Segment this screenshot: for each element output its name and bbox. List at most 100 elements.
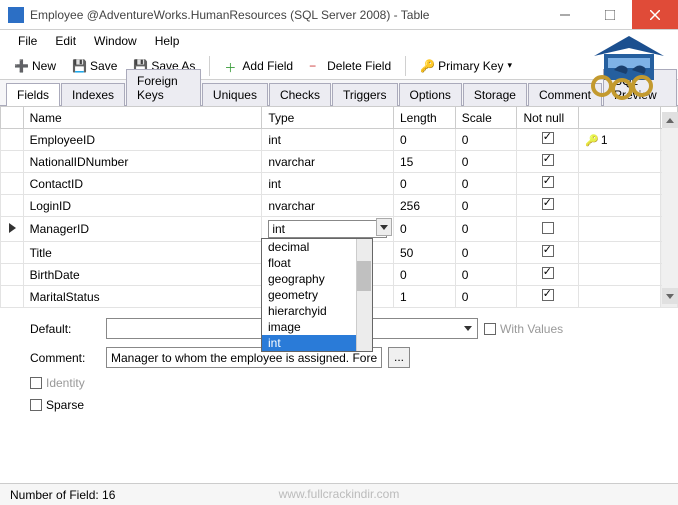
scroll-up-button[interactable]: [662, 112, 678, 128]
tab-fields[interactable]: Fields: [6, 83, 60, 106]
type-dropdown-button[interactable]: [376, 218, 392, 236]
tab-uniques[interactable]: Uniques: [202, 83, 268, 106]
notnull-checkbox[interactable]: [542, 132, 554, 144]
grid-vertical-scrollbar[interactable]: [662, 112, 678, 304]
notnull-checkbox[interactable]: [542, 245, 554, 257]
cell-length[interactable]: 50: [394, 242, 456, 264]
close-button[interactable]: [632, 0, 678, 29]
cell-pk[interactable]: [579, 217, 661, 242]
cell-name[interactable]: NationalIDNumber: [23, 151, 262, 173]
col-length[interactable]: Length: [394, 107, 456, 129]
cell-name[interactable]: BirthDate: [23, 264, 262, 286]
cell-notnull[interactable]: [517, 242, 579, 264]
col-name[interactable]: Name: [23, 107, 262, 129]
cell-scale[interactable]: 0: [455, 195, 517, 217]
tab-comment[interactable]: Comment: [528, 83, 602, 106]
cell-type[interactable]: int: [262, 173, 394, 195]
new-button[interactable]: ➕New: [8, 57, 62, 75]
cell-pk[interactable]: [579, 264, 661, 286]
cell-type[interactable]: nvarchar: [262, 195, 394, 217]
cell-scale[interactable]: 0: [455, 242, 517, 264]
cell-scale[interactable]: 0: [455, 286, 517, 308]
maximize-button[interactable]: [587, 0, 632, 29]
notnull-checkbox[interactable]: [542, 176, 554, 188]
cell-pk[interactable]: 1: [579, 129, 661, 151]
notnull-checkbox[interactable]: [542, 154, 554, 166]
tab-sqlpreview[interactable]: SQL Preview: [603, 69, 677, 106]
cell-name[interactable]: LoginID: [23, 195, 262, 217]
active-row-icon: [9, 223, 16, 233]
cell-pk[interactable]: [579, 173, 661, 195]
cell-length[interactable]: 15: [394, 151, 456, 173]
cell-scale[interactable]: 0: [455, 173, 517, 195]
menu-help[interactable]: Help: [147, 32, 188, 50]
notnull-checkbox[interactable]: [542, 289, 554, 301]
dropdown-scrollbar[interactable]: [356, 239, 372, 351]
cell-length[interactable]: 256: [394, 195, 456, 217]
primary-key-icon: [585, 133, 601, 147]
sparse-checkbox[interactable]: [30, 399, 42, 411]
addfield-button[interactable]: ＋Add Field: [218, 57, 299, 75]
cell-notnull[interactable]: [517, 129, 579, 151]
scroll-down-button[interactable]: [662, 288, 678, 304]
notnull-checkbox[interactable]: [542, 222, 554, 234]
tab-options[interactable]: Options: [399, 83, 462, 106]
tab-checks[interactable]: Checks: [269, 83, 331, 106]
notnull-checkbox[interactable]: [542, 198, 554, 210]
type-dropdown-list[interactable]: decimalfloatgeographygeometryhierarchyid…: [261, 238, 373, 352]
cell-length[interactable]: 0: [394, 129, 456, 151]
col-pk[interactable]: [579, 107, 661, 129]
minimize-button[interactable]: [542, 0, 587, 29]
cell-pk[interactable]: [579, 242, 661, 264]
cell-name[interactable]: ContactID: [23, 173, 262, 195]
menu-window[interactable]: Window: [86, 32, 145, 50]
save-button[interactable]: 💾Save: [66, 57, 123, 75]
tab-triggers[interactable]: Triggers: [332, 83, 398, 106]
cell-notnull[interactable]: [517, 195, 579, 217]
cell-length[interactable]: 0: [394, 217, 456, 242]
cell-scale[interactable]: 0: [455, 151, 517, 173]
cell-name[interactable]: EmployeeID: [23, 129, 262, 151]
col-type[interactable]: Type: [262, 107, 394, 129]
tab-indexes[interactable]: Indexes: [61, 83, 125, 106]
withvalues-checkbox: [484, 323, 496, 335]
type-input[interactable]: [268, 220, 387, 238]
comment-ellipsis-button[interactable]: ...: [388, 347, 410, 368]
menu-bar: File Edit Window Help: [0, 30, 678, 52]
table-row[interactable]: ContactIDint00: [1, 173, 678, 195]
table-row[interactable]: NationalIDNumbernvarchar150: [1, 151, 678, 173]
cell-type[interactable]: nvarchar: [262, 151, 394, 173]
cell-scale[interactable]: 0: [455, 129, 517, 151]
cell-type[interactable]: int: [262, 129, 394, 151]
cell-notnull[interactable]: [517, 264, 579, 286]
cell-scale[interactable]: 0: [455, 217, 517, 242]
withvalues-label: With Values: [500, 322, 563, 336]
menu-file[interactable]: File: [10, 32, 45, 50]
cell-notnull[interactable]: [517, 286, 579, 308]
col-scale[interactable]: Scale: [455, 107, 517, 129]
primarykey-button[interactable]: 🔑Primary Key ▾: [414, 57, 518, 75]
cell-pk[interactable]: [579, 151, 661, 173]
notnull-checkbox[interactable]: [542, 267, 554, 279]
tab-storage[interactable]: Storage: [463, 83, 527, 106]
tab-foreignkeys[interactable]: Foreign Keys: [126, 69, 201, 106]
cell-notnull[interactable]: [517, 151, 579, 173]
cell-notnull[interactable]: [517, 217, 579, 242]
row-indicator: [1, 195, 24, 217]
menu-edit[interactable]: Edit: [47, 32, 84, 50]
cell-pk[interactable]: [579, 195, 661, 217]
cell-notnull[interactable]: [517, 173, 579, 195]
deletefield-button[interactable]: −Delete Field: [303, 57, 397, 75]
table-row[interactable]: LoginIDnvarchar2560: [1, 195, 678, 217]
cell-name[interactable]: MaritalStatus: [23, 286, 262, 308]
cell-scale[interactable]: 0: [455, 264, 517, 286]
table-row[interactable]: EmployeeIDint001: [1, 129, 678, 151]
cell-name[interactable]: Title: [23, 242, 262, 264]
dropdown-scroll-thumb[interactable]: [357, 261, 371, 291]
cell-length[interactable]: 0: [394, 264, 456, 286]
cell-name[interactable]: ManagerID: [23, 217, 262, 242]
cell-length[interactable]: 1: [394, 286, 456, 308]
cell-length[interactable]: 0: [394, 173, 456, 195]
col-notnull[interactable]: Not null: [517, 107, 579, 129]
cell-pk[interactable]: [579, 286, 661, 308]
